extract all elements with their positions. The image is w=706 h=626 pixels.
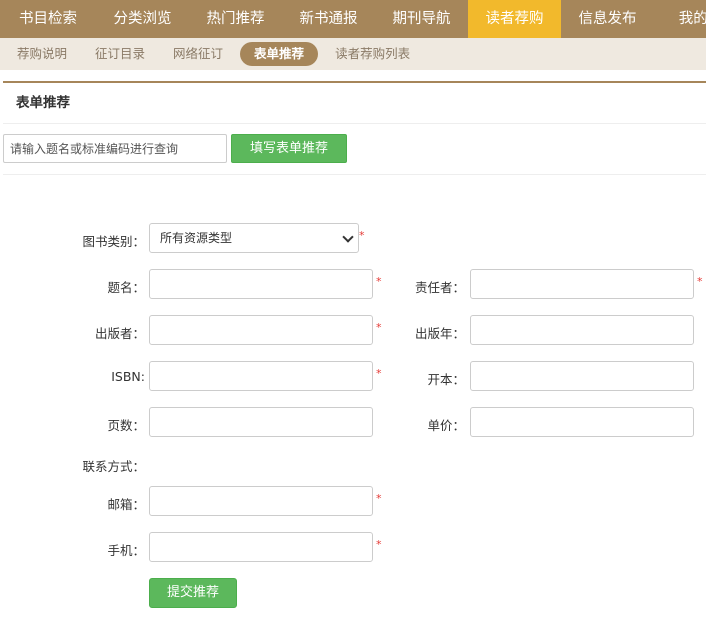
nav-item-hot-recommend[interactable]: 热门推荐 xyxy=(189,0,282,38)
fill-form-button[interactable]: 填写表单推荐 xyxy=(231,134,347,163)
phone-input[interactable] xyxy=(149,532,373,562)
author-label: 责任者： xyxy=(414,280,465,295)
nav-item-category-browse[interactable]: 分类浏览 xyxy=(96,0,189,38)
nav-item-info-publish[interactable]: 信息发布 xyxy=(561,0,654,38)
category-select-value: 所有资源类型 xyxy=(160,231,233,245)
price-label: 单价： xyxy=(427,418,465,433)
required-mark: * xyxy=(376,321,382,334)
publisher-label: 出版者： xyxy=(94,326,145,341)
subnav-item-recommend-guide[interactable]: 荐购说明 xyxy=(6,42,78,66)
subnav-item-recommend-list[interactable]: 读者荐购列表 xyxy=(324,42,421,66)
title-label: 题名： xyxy=(107,280,145,295)
isbn-input[interactable] xyxy=(149,361,373,391)
publisher-input[interactable] xyxy=(149,315,373,345)
price-input[interactable] xyxy=(470,407,694,437)
format-label: 开本： xyxy=(427,372,465,387)
isbn-label: ISBN: xyxy=(111,369,145,384)
pubyear-label: 出版年： xyxy=(414,326,465,341)
search-input[interactable] xyxy=(3,134,227,163)
format-input[interactable] xyxy=(470,361,694,391)
sub-navigation: 荐购说明 征订目录 网络征订 表单推荐 读者荐购列表 xyxy=(0,38,706,70)
email-label: 邮箱： xyxy=(107,497,145,512)
nav-item-catalog-search[interactable]: 书目检索 xyxy=(0,0,96,38)
email-input[interactable] xyxy=(149,486,373,516)
nav-item-journal-nav[interactable]: 期刊导航 xyxy=(375,0,468,38)
subnav-item-form-recommend[interactable]: 表单推荐 xyxy=(240,42,319,66)
contact-label: 联系方式： xyxy=(82,459,145,474)
subnav-item-online-order[interactable]: 网络征订 xyxy=(162,42,234,66)
nav-item-reader-recommend[interactable]: 读者荐购 xyxy=(468,0,561,38)
nav-item-new-books[interactable]: 新书通报 xyxy=(282,0,375,38)
author-input[interactable] xyxy=(470,269,694,299)
pages-label: 页数： xyxy=(107,418,145,433)
required-mark: * xyxy=(359,229,365,242)
required-mark: * xyxy=(376,492,382,505)
panel-title: 表单推荐 xyxy=(3,83,706,124)
chevron-down-icon xyxy=(342,231,354,243)
title-input[interactable] xyxy=(149,269,373,299)
category-label: 图书类别： xyxy=(82,234,145,249)
phone-label: 手机： xyxy=(107,543,145,558)
pubyear-input[interactable] xyxy=(470,315,694,345)
submit-button[interactable]: 提交推荐 xyxy=(149,578,237,608)
required-mark: * xyxy=(376,275,382,288)
required-mark: * xyxy=(697,275,703,288)
required-mark: * xyxy=(376,538,382,551)
form-recommend-panel: 表单推荐 填写表单推荐 图书类别： 所有资源类型 * 题名： * 责任者： * … xyxy=(3,81,706,626)
category-select[interactable]: 所有资源类型 xyxy=(149,223,359,253)
pages-input[interactable] xyxy=(149,407,373,437)
subnav-item-order-catalog[interactable]: 征订目录 xyxy=(84,42,156,66)
top-navigation: 书目检索 分类浏览 热门推荐 新书通报 期刊导航 读者荐购 信息发布 我的图 xyxy=(0,0,706,38)
nav-item-my-library[interactable]: 我的图 xyxy=(654,0,706,38)
required-mark: * xyxy=(376,367,382,380)
divider xyxy=(3,174,706,175)
